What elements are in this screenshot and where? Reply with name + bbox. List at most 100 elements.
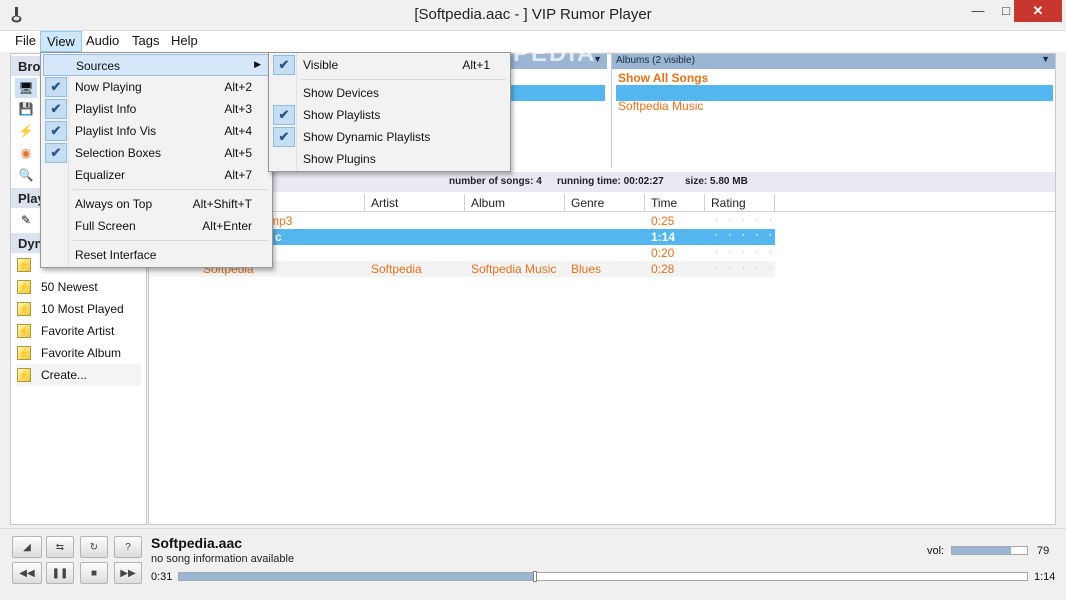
- volume-slider[interactable]: [951, 546, 1028, 555]
- repeat-button[interactable]: ↻: [80, 536, 108, 558]
- cell-rating[interactable]: · · · · ·: [715, 214, 776, 224]
- dynamic-item-50-newest[interactable]: ⚡ 50 Newest: [17, 276, 141, 298]
- close-button[interactable]: ✕: [1014, 0, 1062, 22]
- view-menu-playlist-info-vis[interactable]: ✔ Playlist Info Vis Alt+4: [43, 120, 270, 142]
- checkmark-icon: ✔: [273, 105, 295, 125]
- dynamic-playlist-icon: ⚡: [17, 280, 31, 294]
- menu-item-label: Reset Interface: [75, 248, 157, 262]
- menu-separator: [301, 79, 506, 80]
- cell-rating[interactable]: · · · · ·: [715, 230, 776, 240]
- albums-pane-header[interactable]: Albums (2 visible) ▼: [612, 54, 1055, 69]
- dynamic-item-create[interactable]: ⚡ Create...: [17, 364, 141, 386]
- checkmark-icon: ✔: [45, 121, 67, 141]
- column-album[interactable]: Album: [465, 194, 565, 212]
- sources-show-devices[interactable]: Show Devices: [271, 82, 508, 104]
- sources-show-plugins[interactable]: Show Plugins: [271, 148, 508, 170]
- time-current: 0:31: [151, 571, 173, 583]
- menu-view[interactable]: View: [40, 31, 82, 52]
- checkmark-icon: ✔: [45, 99, 67, 119]
- stop-button[interactable]: ■: [80, 562, 108, 584]
- stats-bar: number of songs: 4 running time: 00:02:2…: [149, 172, 1055, 192]
- menu-item-label: Playlist Info: [75, 102, 137, 116]
- dynamic-item-favorite-artist[interactable]: ⚡ Favorite Artist: [17, 320, 141, 342]
- dynamic-playlist-icon: ⚡: [17, 324, 31, 338]
- menu-item-label: Show Plugins: [303, 152, 376, 166]
- lightning-icon[interactable]: ⚡: [15, 121, 37, 141]
- column-rating[interactable]: Rating: [705, 194, 775, 212]
- view-menu-now-playing[interactable]: ✔ Now Playing Alt+2: [43, 76, 270, 98]
- cell-rating[interactable]: · · · · ·: [715, 262, 776, 272]
- stats-size: size: 5.80 MB: [685, 176, 748, 187]
- dynamic-item-most-played[interactable]: ⚡ 10 Most Played: [17, 298, 141, 320]
- view-menu-selection-boxes[interactable]: ✔ Selection Boxes Alt+5: [43, 142, 270, 164]
- column-genre[interactable]: Genre: [565, 194, 645, 212]
- menu-audio[interactable]: Audio: [80, 31, 125, 52]
- menu-item-shortcut: Alt+Shift+T: [192, 197, 252, 211]
- song-table-header: Artist Album Genre Time Rating: [149, 194, 1055, 212]
- dynamic-item-favorite-album[interactable]: ⚡ Favorite Album: [17, 342, 141, 364]
- seek-fill: [179, 573, 535, 580]
- podcast-icon[interactable]: ◉: [15, 143, 37, 163]
- view-menu-reset-interface[interactable]: Reset Interface: [43, 244, 270, 266]
- sources-show-playlists[interactable]: ✔ Show Playlists: [271, 104, 508, 126]
- seek-handle[interactable]: [533, 571, 537, 582]
- next-button[interactable]: ▶▶: [114, 562, 142, 584]
- eraser-button[interactable]: ◢: [12, 536, 42, 558]
- menu-item-shortcut: Alt+Enter: [202, 219, 252, 233]
- menu-separator: [73, 240, 268, 241]
- shuffle-button[interactable]: ⇆: [46, 536, 74, 558]
- checkmark-icon: ✔: [45, 77, 67, 97]
- now-playing-title: Softpedia.aac: [151, 535, 243, 551]
- cell-time: 0:20: [651, 246, 675, 260]
- previous-button[interactable]: ◀◀: [12, 562, 42, 584]
- playlist-icon[interactable]: ✎: [15, 210, 37, 230]
- dynamic-item-label: Favorite Artist: [41, 324, 115, 338]
- stats-time: running time: 00:02:27: [557, 176, 664, 187]
- menu-item-label: Show Dynamic Playlists: [303, 130, 431, 144]
- column-artist[interactable]: Artist: [365, 194, 465, 212]
- menu-item-label: Equalizer: [75, 168, 126, 182]
- chevron-down-icon[interactable]: ▼: [1041, 54, 1050, 64]
- menu-item-shortcut: Alt+4: [224, 124, 252, 138]
- menu-item-label: Always on Top: [75, 197, 153, 211]
- submenu-arrow-icon: ▶: [254, 59, 261, 69]
- menu-item-shortcut: Alt+1: [462, 58, 490, 72]
- albums-pane-title: Albums (2 visible): [616, 55, 695, 66]
- albums-show-all[interactable]: Show All Songs: [616, 70, 1053, 86]
- sources-show-dynamic-playlists[interactable]: ✔ Show Dynamic Playlists: [271, 126, 508, 148]
- dynamic-item-label: Favorite Album: [41, 346, 122, 360]
- cell-title: c: [275, 230, 282, 244]
- view-menu-sources[interactable]: Sources ▶: [43, 54, 270, 76]
- help-button[interactable]: ?: [114, 536, 142, 558]
- menu-item-label: Selection Boxes: [75, 146, 162, 160]
- seek-slider[interactable]: [178, 571, 1028, 582]
- pause-button[interactable]: ❚❚: [46, 562, 74, 584]
- menu-item-shortcut: Alt+7: [224, 168, 252, 182]
- menu-item-label: Show Playlists: [303, 108, 381, 122]
- menu-file[interactable]: File: [9, 31, 42, 52]
- cell-album: Softpedia Music: [471, 262, 557, 276]
- search-icon[interactable]: 🔍: [15, 165, 37, 185]
- menu-separator: [73, 189, 268, 190]
- menu-tags[interactable]: Tags: [126, 31, 165, 52]
- view-menu-always-on-top[interactable]: Always on Top Alt+Shift+T: [43, 193, 270, 215]
- app-window: [Softpedia.aac - ] VIP Rumor Player — □ …: [0, 0, 1066, 600]
- dynamic-playlist-icon: ⚡: [17, 368, 31, 382]
- view-menu-full-screen[interactable]: Full Screen Alt+Enter: [43, 215, 270, 237]
- dynamic-playlist-icon: ⚡: [17, 258, 31, 272]
- menu-help[interactable]: Help: [165, 31, 204, 52]
- menu-item-label: Sources: [76, 59, 121, 73]
- menu-item-label: Full Screen: [75, 219, 136, 233]
- title-bar: [Softpedia.aac - ] VIP Rumor Player — □ …: [0, 0, 1066, 31]
- view-menu-playlist-info[interactable]: ✔ Playlist Info Alt+3: [43, 98, 270, 120]
- albums-pane[interactable]: Albums (2 visible) ▼ Show All Songs Softp…: [611, 54, 1055, 168]
- sources-visible[interactable]: ✔ Visible Alt+1: [271, 54, 508, 76]
- save-icon[interactable]: 💾: [15, 99, 37, 119]
- devices-icon[interactable]: 🖥: [15, 78, 37, 98]
- cell-rating[interactable]: · · · · ·: [715, 246, 776, 256]
- menu-item-label: Visible: [303, 58, 339, 72]
- column-time[interactable]: Time: [645, 194, 705, 212]
- view-menu-equalizer[interactable]: Equalizer Alt+7: [43, 164, 270, 186]
- cell-artist: Softpedia: [371, 262, 422, 276]
- albums-softpedia-music[interactable]: Softpedia Music: [616, 98, 1053, 114]
